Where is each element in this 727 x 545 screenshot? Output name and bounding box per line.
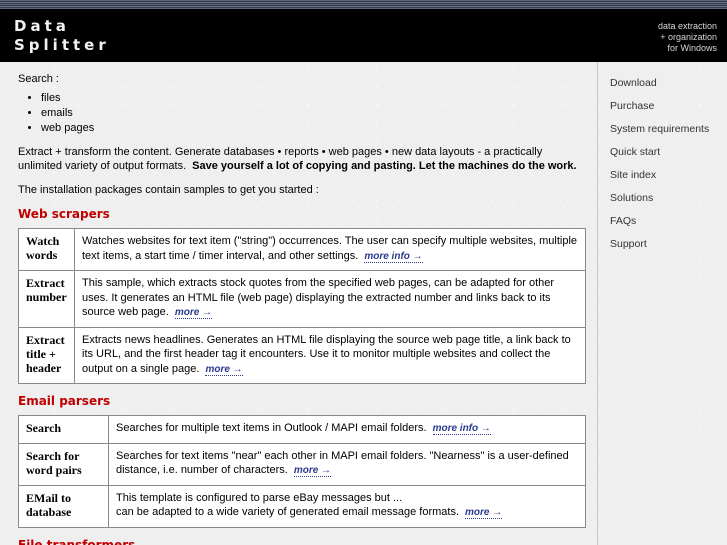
table-row: EMail to database This template is confi… xyxy=(18,484,586,528)
more-info-link[interactable]: more → xyxy=(293,465,332,477)
sidebar-item-system-requirements[interactable]: System requirements xyxy=(598,118,727,141)
description-text: Watches websites for text item ("string"… xyxy=(82,235,578,262)
row-description: This sample, which extracts stock quotes… xyxy=(74,270,586,328)
sidebar-item-quick-start[interactable]: Quick start xyxy=(598,141,727,164)
table-web-scrapers: Watch words Watches websites for text it… xyxy=(18,228,586,384)
table-row: Extract number This sample, which extrac… xyxy=(18,270,586,328)
decorative-top-stripes xyxy=(0,0,727,9)
section-heading-file-transformers: File transformers xyxy=(18,537,136,545)
more-link-label: more xyxy=(293,465,319,476)
sidebar-item-faqs[interactable]: FAQs xyxy=(598,210,727,233)
tagline-line-2: + organization xyxy=(660,32,717,42)
description-line-1: This template is configured to parse eBa… xyxy=(116,491,403,504)
section-heading-email-parsers: Email parsers xyxy=(18,394,111,408)
description-text: Searches for multiple text items in Outl… xyxy=(116,422,427,434)
paragraph-bold-text: Save yourself a lot of copying and pasti… xyxy=(192,160,577,172)
list-item: emails xyxy=(41,106,582,121)
arrow-right-icon: → xyxy=(321,465,332,476)
row-name-watch-words: Watch words xyxy=(18,228,75,271)
row-name-search: Search xyxy=(18,415,109,444)
more-link-label: more info xyxy=(364,250,410,262)
installation-packages-line: The installation packages contain sample… xyxy=(18,183,319,196)
arrow-right-icon: → xyxy=(492,507,503,518)
site-logo: Data Splitter xyxy=(14,17,110,55)
row-description: This template is configured to parse eBa… xyxy=(108,484,586,528)
row-description: Searches for multiple text items in Outl… xyxy=(108,415,586,444)
more-info-link[interactable]: more → xyxy=(205,363,243,376)
section-heading-web-scrapers: Web scrapers xyxy=(18,207,110,221)
more-info-link[interactable]: more info → xyxy=(432,423,491,435)
brand-line-1: Data xyxy=(14,17,70,35)
row-description: Watches websites for text item ("string"… xyxy=(74,228,586,271)
arrow-right-icon: → xyxy=(202,307,213,318)
table-row: Extract title + header Extracts news hea… xyxy=(18,326,586,384)
description-text: Searches for text items "near" each othe… xyxy=(116,449,569,477)
description-text: can be adapted to a wide variety of gene… xyxy=(116,506,460,518)
more-link-label: more xyxy=(465,507,490,518)
sidebar-item-solutions[interactable]: Solutions xyxy=(598,187,727,210)
tagline-line-1: data extraction xyxy=(657,21,717,31)
table-email-parsers: Search Searches for multiple text items … xyxy=(18,415,586,528)
row-description: Extracts news headlines. Generates an HT… xyxy=(74,326,586,384)
row-name-search-word-pairs: Search for word pairs xyxy=(18,442,109,486)
more-info-link[interactable]: more → xyxy=(465,507,503,519)
row-name-email-to-database: EMail to database xyxy=(18,484,109,528)
brand-line-2: Splitter xyxy=(14,36,110,54)
sidebar-nav: Download Purchase System requirements Qu… xyxy=(597,62,727,545)
table-row: Search for word pairs Searches for text … xyxy=(18,442,586,486)
arrow-right-icon: → xyxy=(480,423,491,434)
sidebar-item-purchase[interactable]: Purchase xyxy=(598,95,727,118)
header-tagline: data extraction + organization for Windo… xyxy=(658,21,717,54)
more-link-label: more xyxy=(205,363,230,375)
main-content: Search : files emails web pages Extract … xyxy=(0,62,596,545)
search-label: Search : xyxy=(18,73,59,85)
tagline-line-3: for Windows xyxy=(667,43,717,53)
description-text: Extracts news headlines. Generates an HT… xyxy=(82,333,571,375)
sidebar-item-support[interactable]: Support xyxy=(598,233,727,256)
row-description: Searches for text items "near" each othe… xyxy=(108,442,586,486)
list-item: web pages xyxy=(41,121,582,136)
description-line-2: can be adapted to a wide variety of gene… xyxy=(116,505,578,521)
description-text: This sample, which extracts stock quotes… xyxy=(82,277,555,318)
row-name-extract-number: Extract number xyxy=(18,270,75,328)
extract-transform-paragraph: Extract + transform the content. Generat… xyxy=(18,145,582,174)
search-targets-list: files emails web pages xyxy=(18,91,582,136)
more-info-link[interactable]: more → xyxy=(174,307,213,319)
site-header: Data Splitter data extraction + organiza… xyxy=(0,9,727,62)
more-info-link[interactable]: more info → xyxy=(364,250,423,263)
page-body: Search : files emails web pages Extract … xyxy=(0,62,727,545)
more-link-label: more xyxy=(174,307,200,318)
more-link-label: more info xyxy=(432,423,479,434)
table-row: Watch words Watches websites for text it… xyxy=(18,228,586,271)
row-name-extract-title-header: Extract title + header xyxy=(18,326,75,384)
arrow-right-icon: → xyxy=(232,363,243,375)
list-item: files xyxy=(41,91,582,106)
arrow-right-icon: → xyxy=(412,250,423,262)
sidebar-item-site-index[interactable]: Site index xyxy=(598,164,727,187)
sidebar-item-download[interactable]: Download xyxy=(598,72,727,95)
table-row: Search Searches for multiple text items … xyxy=(18,415,586,444)
